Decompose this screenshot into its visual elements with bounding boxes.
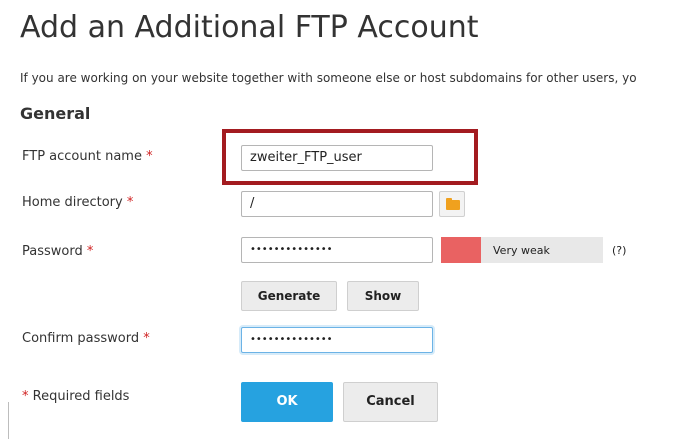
show-password-button[interactable]: Show [347,281,419,311]
required-marker: * [146,149,153,164]
home-directory-label: Home directory * [22,195,134,210]
folder-icon[interactable] [439,191,465,217]
home-directory-input[interactable]: / [241,191,433,217]
password-input[interactable]: •••••••••••••• [241,237,433,263]
confirm-password-label: Confirm password * [22,331,150,346]
required-marker: * [86,244,94,259]
required-marker: * [22,389,29,404]
generate-button[interactable]: Generate [241,281,337,311]
ftp-account-name-label: FTP account name * [22,149,153,164]
password-strength-fill [441,237,481,263]
password-label: Password * [22,244,94,259]
password-help-link[interactable]: (?) [612,244,626,257]
required-marker: * [143,331,150,346]
password-strength-label: Very weak [493,244,550,257]
confirm-password-input[interactable]: •••••••••••••• [241,327,433,353]
required-marker: * [126,195,134,210]
ok-button[interactable]: OK [241,382,333,422]
section-heading: General [20,104,91,123]
cancel-button[interactable]: Cancel [343,382,438,422]
highlight-box [222,129,478,185]
page-title: Add an Additional FTP Account [20,10,479,45]
intro-text: If you are working on your website toget… [20,71,637,85]
divider [8,402,9,439]
required-fields-note: * Required fields [22,389,130,404]
